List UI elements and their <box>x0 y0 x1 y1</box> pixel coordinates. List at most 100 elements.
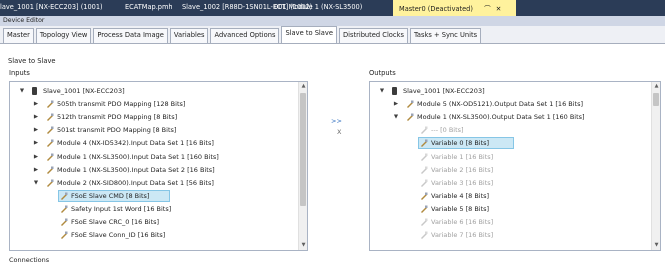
editor-title: Device Editor <box>0 16 665 26</box>
tab-distributed-clocks[interactable]: Distributed Clocks <box>338 28 408 43</box>
pdo-icon <box>406 113 414 122</box>
tree-node-label: Slave_1001 [NX-ECC203] <box>403 87 485 95</box>
scroll-up-icon[interactable]: ▲ <box>299 82 307 91</box>
tree-node[interactable]: ▶ Module 1 (NX-SL3500).Input Data Set 2 [… <box>10 164 290 176</box>
tree-node[interactable]: Variable 3 [16 Bits] <box>370 177 650 189</box>
outputs-tree-panel[interactable]: ▲ ▼ ▼ Slave_1001 [NX-ECC203] ▶ Module 5 (NX… <box>369 81 661 251</box>
expand-arrow-icon[interactable]: ▶ <box>32 151 40 163</box>
tree-node[interactable]: Variable 4 [8 Bits] <box>370 190 650 202</box>
pdo-icon <box>420 126 428 135</box>
tree-node[interactable]: Safety Input 1st Word [16 Bits] <box>10 203 290 215</box>
tree-node-label: Module 5 (NX-OD5121).Output Data Set 1 [… <box>417 100 584 109</box>
tree-node[interactable]: Variable 1 [16 Bits] <box>370 151 650 163</box>
tree-node[interactable]: ▶ 505th transmit PDO Mapping [128 Bits] <box>10 98 290 110</box>
tree-node-label: FSoE Slave CRC_0 [16 Bits] <box>71 218 160 226</box>
tree-node-label: --- [0 Bits] <box>431 126 464 135</box>
pdo-icon <box>60 231 68 240</box>
pdo-icon <box>420 205 428 213</box>
inputs-label: Inputs <box>9 69 30 77</box>
tree-node-label: FSoE Slave CMD [8 Bits] <box>71 191 150 200</box>
close-icon[interactable]: ✕ <box>496 5 502 13</box>
pdo-icon <box>420 179 428 187</box>
expand-arrow-icon[interactable]: ▶ <box>32 164 40 176</box>
tab-tasks-sync-units[interactable]: Tasks + Sync Units <box>409 28 482 43</box>
tree-node-label: 505th transmit PDO Mapping [128 Bits] <box>57 100 186 109</box>
doc-tab-master0[interactable]: Master0 (Deactivated) ⌒ ✕ <box>393 0 516 16</box>
expand-arrow-icon[interactable]: ▶ <box>32 137 40 149</box>
collapse-arrow-icon[interactable]: ▼ <box>18 85 26 97</box>
pdo-icon <box>420 231 428 240</box>
doc-tab-slave-1001[interactable]: lave_1001 [NX-ECC203] (1001) <box>0 0 125 16</box>
scroll-down-icon[interactable]: ▼ <box>652 241 660 250</box>
doc-tab-label: 001 Module 1 (NX-SL3500) <box>274 3 363 11</box>
tree-node[interactable]: ▼ Module 1 (NX-SL3500).Output Data Set 1 … <box>370 111 650 123</box>
tree-node-label: Variable 7 [16 Bits] <box>431 231 494 240</box>
tree-node-label: 512th transmit PDO Mapping [8 Bits] <box>57 113 178 122</box>
tree-root-node[interactable]: ▼ Slave_1001 [NX-ECC203] <box>370 85 650 97</box>
tab-topology-view[interactable]: Topology View <box>35 28 92 43</box>
scroll-up-icon[interactable]: ▲ <box>652 82 660 91</box>
device-icon <box>392 87 397 95</box>
tree-node-label: Variable 0 [8 Bits] <box>431 139 490 148</box>
doc-tab-module-1[interactable]: 001 Module 1 (NX-SL3500) <box>274 0 391 16</box>
pdo-icon <box>60 205 68 213</box>
tab-variables[interactable]: Variables <box>169 28 209 43</box>
map-button[interactable]: >> <box>331 117 342 125</box>
tree-node[interactable]: ▼ Module 2 (NX-SID800).Input Data Set 1 [… <box>10 177 290 189</box>
scroll-down-icon[interactable]: ▼ <box>299 241 307 250</box>
tree-node-label: Slave_1001 [NX-ECC203] <box>43 87 125 95</box>
tab-master[interactable]: Master <box>3 28 34 43</box>
tree-node[interactable]: Variable 2 [16 Bits] <box>370 164 650 176</box>
expand-arrow-icon[interactable]: ▶ <box>32 111 40 123</box>
tab-slave-to-slave[interactable]: Slave to Slave <box>281 26 337 43</box>
pdo-icon <box>420 153 428 161</box>
inputs-tree-panel[interactable]: ▲ ▼ ▼ Slave_1001 [NX-ECC203] ▶ 505th transm… <box>9 81 308 251</box>
doc-tab-label: Master0 (Deactivated) <box>399 5 473 13</box>
pdo-icon <box>420 139 428 148</box>
tree-node[interactable]: Variable 6 [16 Bits] <box>370 216 650 228</box>
tree-node[interactable]: ▶ 501st transmit PDO Mapping [8 Bits] <box>10 124 290 136</box>
editor-sub-tabs: Master Topology View Process Data Image Var… <box>0 26 665 44</box>
doc-tab-ecatmap[interactable]: ECATMap.pmh <box>125 0 182 16</box>
pdo-icon <box>46 179 54 187</box>
doc-tab-label: lave_1001 [NX-ECC203] (1001) <box>0 3 103 11</box>
section-title: Slave to Slave <box>8 57 56 65</box>
tree-node[interactable]: ▶ 512th transmit PDO Mapping [8 Bits] <box>10 111 290 123</box>
tree-node-label: Variable 4 [8 Bits] <box>431 191 490 200</box>
expand-arrow-icon[interactable]: ▶ <box>392 98 400 110</box>
tree-node-label: Module 4 (NX-ID5342).Input Data Set 1 [1… <box>57 139 214 148</box>
tab-process-data-image[interactable]: Process Data Image <box>93 28 168 43</box>
tree-node-label: Variable 5 [8 Bits] <box>431 204 490 213</box>
tree-node[interactable]: ▶ Module 4 (NX-ID5342).Input Data Set 1 [… <box>10 137 290 149</box>
tree-node[interactable]: FSoE Slave Conn_ID [16 Bits] <box>10 229 290 241</box>
tree-node[interactable]: Variable 7 [16 Bits] <box>370 229 650 241</box>
unmap-button[interactable]: X <box>337 128 341 136</box>
tree-node[interactable]: Variable 0 [8 Bits] <box>370 137 650 150</box>
outputs-label: Outputs <box>369 69 396 77</box>
tree-root-node[interactable]: ▼ Slave_1001 [NX-ECC203] <box>10 85 290 97</box>
expand-arrow-icon[interactable]: ▶ <box>32 98 40 110</box>
tab-advanced-options[interactable]: Advanced Options <box>210 28 280 43</box>
collapse-arrow-icon[interactable]: ▼ <box>32 177 40 189</box>
expand-arrow-icon[interactable]: ▶ <box>32 124 40 136</box>
pdo-icon <box>46 113 54 122</box>
outputs-scrollbar[interactable]: ▲ ▼ <box>651 82 660 250</box>
tree-node-label: 501st transmit PDO Mapping [8 Bits] <box>57 126 177 135</box>
inputs-scrollbar[interactable]: ▲ ▼ <box>298 82 307 250</box>
tree-node[interactable]: --- [0 Bits] <box>370 124 650 136</box>
tree-node-label: Variable 1 [16 Bits] <box>431 152 494 161</box>
doc-tab-slave-1002[interactable]: Slave_1002 [R88D-1SN01L-ECT] (1002) <box>182 0 312 16</box>
scroll-thumb[interactable] <box>653 93 659 106</box>
collapse-arrow-icon[interactable]: ▼ <box>378 85 386 97</box>
pin-icon[interactable]: ⌒ <box>484 3 491 13</box>
tree-node[interactable]: ▶ Module 5 (NX-OD5121).Output Data Set 1 … <box>370 98 650 110</box>
tree-node[interactable]: Variable 5 [8 Bits] <box>370 203 650 215</box>
tree-node-label: Module 1 (NX-SL3500).Output Data Set 1 [… <box>417 113 585 122</box>
collapse-arrow-icon[interactable]: ▼ <box>392 111 400 123</box>
pdo-icon <box>420 192 428 200</box>
scroll-thumb[interactable] <box>300 93 306 206</box>
tree-node[interactable]: ▶ Module 1 (NX-SL3500).Input Data Set 1 [… <box>10 151 290 163</box>
tree-node[interactable]: FSoE Slave CMD [8 Bits] <box>10 189 290 202</box>
tree-node[interactable]: FSoE Slave CRC_0 [16 Bits] <box>10 216 290 228</box>
pdo-icon <box>46 166 54 174</box>
